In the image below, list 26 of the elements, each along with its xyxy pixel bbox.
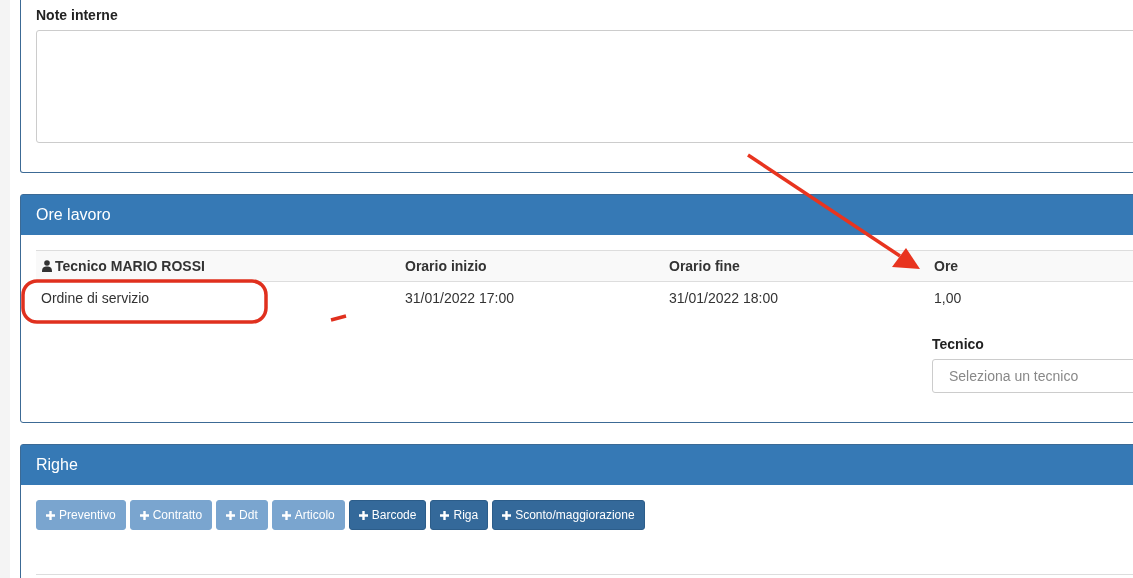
field-label: Note interne	[36, 7, 119, 23]
table-cell: 1,00	[934, 290, 962, 306]
column-header: Ore	[934, 258, 959, 274]
notes-textarea[interactable]	[36, 30, 1133, 143]
add-button[interactable]: Barcode	[348, 500, 427, 530]
annotation-dash	[330, 314, 347, 322]
plus-icon	[46, 510, 55, 520]
plus-icon	[358, 510, 368, 520]
panel-title: Ore lavoro	[36, 206, 111, 224]
column-header: Orario inizio	[405, 258, 487, 274]
column-header: Orario fine	[669, 258, 740, 274]
plus-icon	[281, 510, 291, 520]
column-header: Tecnico MARIO ROSSI	[55, 258, 205, 274]
table-cell: Ordine di servizio	[41, 290, 150, 306]
table-cell: 31/01/2022 17:00	[405, 290, 514, 306]
technician-select[interactable]: Seleziona un tecnico	[932, 359, 1133, 393]
plus-icon	[139, 510, 149, 520]
plus-icon	[226, 510, 236, 520]
field-label: Tecnico	[932, 336, 985, 352]
add-button[interactable]: Sconto/maggiorazione	[492, 500, 645, 530]
user-icon	[42, 260, 52, 272]
table-cell: 31/01/2022 18:00	[669, 290, 778, 306]
plus-icon	[440, 510, 450, 520]
plus-icon	[502, 510, 512, 520]
add-button[interactable]: Riga	[430, 500, 489, 530]
panel-title: Righe	[36, 456, 78, 474]
